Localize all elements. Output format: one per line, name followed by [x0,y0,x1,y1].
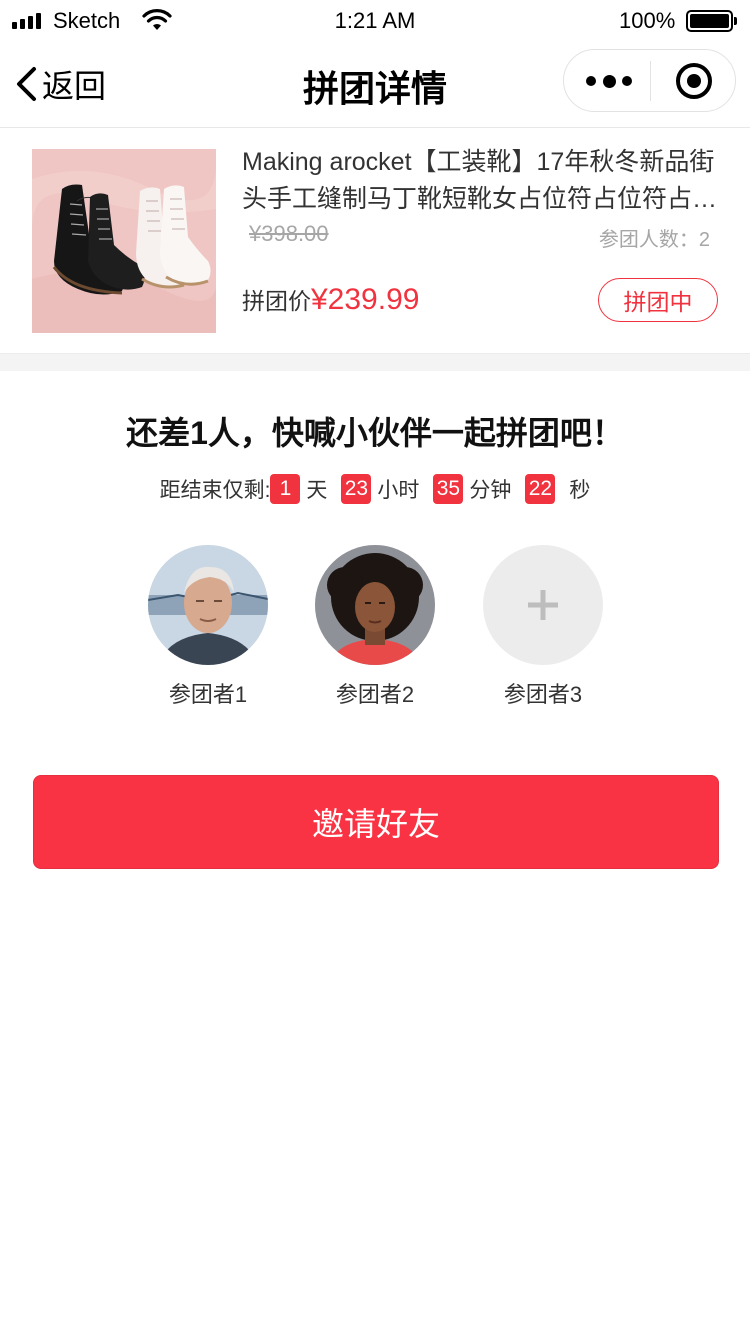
countdown-hours-unit: 小时 [377,479,420,502]
member-name: 参团者1 [168,682,248,707]
member-name: 参团者2 [335,682,415,707]
battery-icon [686,10,737,32]
section-divider [0,353,750,371]
status-bar: Sketch 1:21 AM 100% [0,0,750,42]
battery-percent: 100% [619,8,676,33]
group-price-amount: ¥239.99 [311,283,420,316]
capsule-divider [650,61,651,101]
countdown-seconds: 22 [525,474,556,504]
countdown-minutes: 35 [433,474,464,504]
invite-headline: 还差1人，快喊小伙伴一起拼团吧！ [126,415,624,451]
original-price: ¥398.00 [249,221,329,246]
status-badge: 拼团中 [598,278,718,322]
countdown-minutes-unit: 分钟 [469,479,512,502]
countdown-days-unit: 天 [306,479,328,502]
product-title: Making arocket【工装靴】17年秋冬新品街头手工缝制马丁靴短靴女占位… [242,148,718,213]
more-icon[interactable] [586,66,632,96]
product-card[interactable]: Making arocket【工装靴】17年秋冬新品街头手工缝制马丁靴短靴女占位… [0,129,750,353]
avatar [315,545,435,665]
member-name: 参团者3 [503,682,583,707]
participant-count: 参团人数：2 [598,229,710,251]
countdown-label: 距结束仅剩: [159,479,271,502]
countdown-hours: 23 [341,474,372,504]
nav-bar: 返回 拼团详情 [0,42,750,128]
member-list: 参团者1 参团者2 参团者3 [0,545,750,715]
empty-slot [483,545,603,665]
countdown-seconds-unit: 秒 [569,479,591,502]
group-price-label: 拼团价 [242,288,311,314]
member-item-empty[interactable]: 参团者3 [483,545,603,709]
invite-friends-button[interactable]: 邀请好友 [33,775,719,869]
close-target-icon[interactable] [676,63,712,99]
avatar [148,545,268,665]
group-price: 拼团价¥239.99 [242,282,419,317]
mini-program-capsule [563,49,736,112]
member-item[interactable]: 参团者1 [148,545,268,709]
countdown-days: 1 [270,474,301,504]
plus-icon [483,545,603,665]
product-image [32,149,216,333]
member-item[interactable]: 参团者2 [315,545,435,709]
countdown-timer: 距结束仅剩: 1 天 23 小时 35 分钟 22 秒 [0,474,750,504]
